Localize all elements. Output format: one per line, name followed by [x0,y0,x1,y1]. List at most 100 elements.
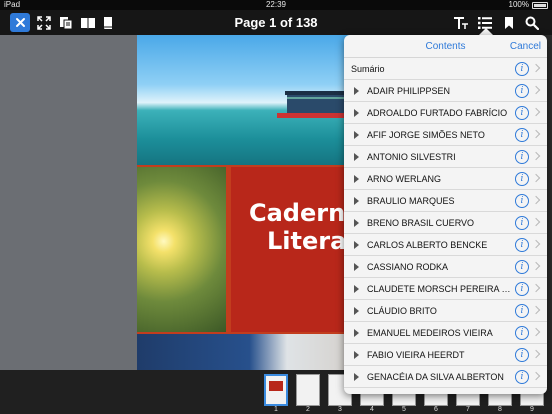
bookmark-button[interactable] [499,13,519,32]
info-icon[interactable]: i [515,238,529,252]
info-icon[interactable]: i [515,62,529,76]
toc-item-label: ADAIR PHILIPPSEN [367,86,451,96]
disclosure-triangle-icon[interactable] [354,87,359,95]
clock: 22:39 [265,0,287,9]
thumbnail-page-number: 4 [370,406,374,413]
toc-item[interactable]: BRENO BRASIL CUERVO i [344,212,547,234]
bookmark-icon [505,16,513,29]
toc-item-label: ARNO WERLANG [367,174,442,184]
search-icon [525,16,539,30]
toc-item[interactable]: CLÁUDIO BRITO i [344,300,547,322]
page-thumbnail[interactable] [296,374,320,406]
chevron-right-icon [531,217,541,227]
popover-header: Contents Cancel [344,35,547,58]
disclosure-triangle-icon[interactable] [354,285,359,293]
toc-item[interactable]: EMANUEL MEDEIROS VIEIRA i [344,322,547,344]
info-icon[interactable]: i [515,282,529,296]
disclosure-triangle-icon[interactable] [354,109,359,117]
reader-toolbar: Page 1 of 138 [0,10,552,35]
thumbnail-page-number: 1 [274,406,278,413]
toc-item-label: CLÁUDIO BRITO [367,306,437,316]
chevron-right-icon [531,327,541,337]
chevron-right-icon [531,129,541,139]
thumbnail-page-number: 3 [338,406,342,413]
info-icon[interactable]: i [515,348,529,362]
disclosure-triangle-icon[interactable] [354,351,359,359]
toc-item[interactable]: ANTONIO SILVESTRI i [344,146,547,168]
text-size-icon [454,16,468,29]
toc-item-label: Sumário [351,64,385,74]
thumbnail-page-number: 7 [466,406,470,413]
chevron-right-icon [531,63,541,73]
disclosure-triangle-icon[interactable] [354,241,359,249]
text-size-button[interactable] [451,13,471,32]
toc-item[interactable]: ARNO WERLANG i [344,168,547,190]
chevron-right-icon [531,195,541,205]
toc-item-label: ADROALDO FURTADO FABRÍCIO [367,108,508,118]
toc-item[interactable]: Sumário i [344,58,547,80]
disclosure-triangle-icon[interactable] [354,175,359,183]
toc-item[interactable]: ADAIR PHILIPPSEN i [344,80,547,102]
chevron-right-icon [531,283,541,293]
battery-icon [532,1,548,9]
info-icon[interactable]: i [515,172,529,186]
info-icon[interactable]: i [515,304,529,318]
toc-item-label: CASSIANO RODKA [367,262,449,272]
search-button[interactable] [522,13,542,32]
chevron-right-icon [531,261,541,271]
toc-item-label: CARLOS ALBERTO BENCKE [367,240,488,250]
disclosure-triangle-icon[interactable] [354,329,359,337]
info-icon[interactable]: i [515,194,529,208]
chevron-right-icon [531,305,541,315]
info-icon[interactable]: i [515,216,529,230]
disclosure-triangle-icon[interactable] [354,219,359,227]
disclosure-triangle-icon[interactable] [354,131,359,139]
thumbnail-page-number: 6 [434,406,438,413]
viewer-background [0,35,137,370]
info-icon[interactable]: i [515,326,529,340]
toc-item[interactable]: GENACÉIA DA SILVA ALBERTON i [344,366,547,388]
thumbnail-page-number: 5 [402,406,406,413]
thumbnail-page-number: 9 [530,406,534,413]
cancel-button[interactable]: Cancel [510,35,541,58]
info-icon[interactable]: i [515,128,529,142]
info-icon[interactable]: i [515,150,529,164]
toc-item[interactable]: AFIF JORGE SIMÕES NETO i [344,124,547,146]
toc-item-label: ANTONIO SILVESTRI [367,152,456,162]
disclosure-triangle-icon[interactable] [354,373,359,381]
disclosure-triangle-icon[interactable] [354,197,359,205]
toc-item-label: GENACÉIA DA SILVA ALBERTON [367,372,504,382]
toc-item[interactable]: CASSIANO RODKA i [344,256,547,278]
toc-item[interactable]: CARLOS ALBERTO BENCKE i [344,234,547,256]
disclosure-triangle-icon[interactable] [354,307,359,315]
chevron-right-icon [531,107,541,117]
chevron-right-icon [531,173,541,183]
cover-photo-tree [137,167,226,332]
toc-item[interactable]: ADROALDO FURTADO FABRÍCIO i [344,102,547,124]
chevron-right-icon [531,151,541,161]
toc-item[interactable]: BRAULIO MARQUES i [344,190,547,212]
popover-arrow [479,28,493,35]
contents-list: Sumário i ADAIR PHILIPPSEN i ADROALDO FURTAD… [344,58,547,388]
chevron-right-icon [531,85,541,95]
toc-item-label: BRAULIO MARQUES [367,196,455,206]
toc-item[interactable]: CLAUDETE MORSCH PEREIRA S... i [344,278,547,300]
chevron-right-icon [531,239,541,249]
thumbnail-preview [269,381,283,391]
toc-item-label: CLAUDETE MORSCH PEREIRA S... [367,284,513,294]
toc-item-label: EMANUEL MEDEIROS VIEIRA [367,328,493,338]
disclosure-triangle-icon[interactable] [354,153,359,161]
info-icon[interactable]: i [515,370,529,384]
info-icon[interactable]: i [515,84,529,98]
toc-item[interactable]: FABIO VIEIRA HEERDT i [344,344,547,366]
disclosure-triangle-icon[interactable] [354,263,359,271]
thumbnail-page-number: 8 [498,406,502,413]
toc-item-label: AFIF JORGE SIMÕES NETO [367,130,485,140]
chevron-right-icon [531,349,541,359]
info-icon[interactable]: i [515,106,529,120]
toc-item-label: BRENO BRASIL CUERVO [367,218,475,228]
page-thumbnail[interactable] [264,374,288,406]
battery-indicator: 100% [509,0,548,10]
status-bar: iPad 22:39 100% [0,0,552,10]
info-icon[interactable]: i [515,260,529,274]
